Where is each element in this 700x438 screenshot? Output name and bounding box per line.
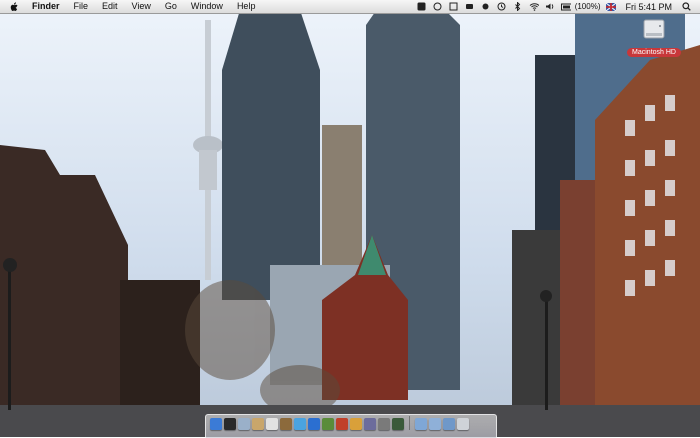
menu-extra-icon-5[interactable] bbox=[481, 2, 491, 11]
menu-help[interactable]: Help bbox=[230, 0, 263, 13]
xcode-icon[interactable] bbox=[364, 418, 376, 430]
menu-extra-icon-2[interactable] bbox=[433, 2, 443, 11]
downloads-folder-icon[interactable] bbox=[443, 418, 455, 430]
itunes-icon[interactable] bbox=[308, 418, 320, 430]
dashboard-icon[interactable] bbox=[224, 418, 236, 430]
menu-extra-icon-1[interactable] bbox=[417, 2, 427, 11]
battery-icon[interactable] bbox=[560, 2, 571, 11]
menu-bar: Finder File Edit View Go Window Help (10… bbox=[0, 0, 700, 14]
time-machine-icon[interactable] bbox=[392, 418, 404, 430]
finder-icon[interactable] bbox=[210, 418, 222, 430]
input-flag-icon[interactable] bbox=[606, 2, 617, 11]
preview-icon[interactable] bbox=[252, 418, 264, 430]
spotlight-icon[interactable] bbox=[681, 2, 691, 11]
menu-window[interactable]: Window bbox=[184, 0, 230, 13]
iphoto-icon[interactable] bbox=[322, 418, 334, 430]
trash-icon[interactable] bbox=[457, 418, 469, 430]
menu-clock[interactable]: Fri 5:41 PM bbox=[625, 2, 672, 12]
bluetooth-icon[interactable] bbox=[513, 2, 523, 11]
drive-label: Macintosh HD bbox=[627, 48, 681, 57]
desktop-wallpaper bbox=[0, 0, 700, 437]
mail-icon[interactable] bbox=[238, 418, 250, 430]
menu-extra-icon-3[interactable] bbox=[449, 2, 459, 11]
dock-separator[interactable] bbox=[409, 416, 410, 430]
address-book-icon[interactable] bbox=[280, 418, 292, 430]
apple-menu-icon[interactable] bbox=[9, 1, 19, 12]
time-machine-menu-icon[interactable] bbox=[497, 2, 507, 11]
wifi-icon[interactable] bbox=[529, 2, 539, 11]
menu-extra-icon-4[interactable] bbox=[465, 2, 475, 11]
battery-percent: (100%) bbox=[574, 2, 601, 11]
menu-go[interactable]: Go bbox=[158, 0, 184, 13]
imovie-icon[interactable] bbox=[336, 418, 348, 430]
dock-items bbox=[210, 416, 469, 430]
system-preferences-icon[interactable] bbox=[378, 418, 390, 430]
desktop-drive-icon-item[interactable]: Macintosh HD bbox=[624, 17, 684, 59]
safari-icon[interactable] bbox=[294, 418, 306, 430]
menu-edit[interactable]: Edit bbox=[95, 0, 125, 13]
applications-folder-icon[interactable] bbox=[415, 418, 427, 430]
hard-drive-icon bbox=[643, 17, 665, 41]
menu-view[interactable]: View bbox=[125, 0, 158, 13]
garageband-icon[interactable] bbox=[350, 418, 362, 430]
menu-file[interactable]: File bbox=[67, 0, 96, 13]
documents-folder-icon[interactable] bbox=[429, 418, 441, 430]
app-menu-finder[interactable]: Finder bbox=[25, 0, 67, 13]
volume-icon[interactable] bbox=[545, 2, 555, 11]
ical-icon[interactable] bbox=[266, 418, 278, 430]
